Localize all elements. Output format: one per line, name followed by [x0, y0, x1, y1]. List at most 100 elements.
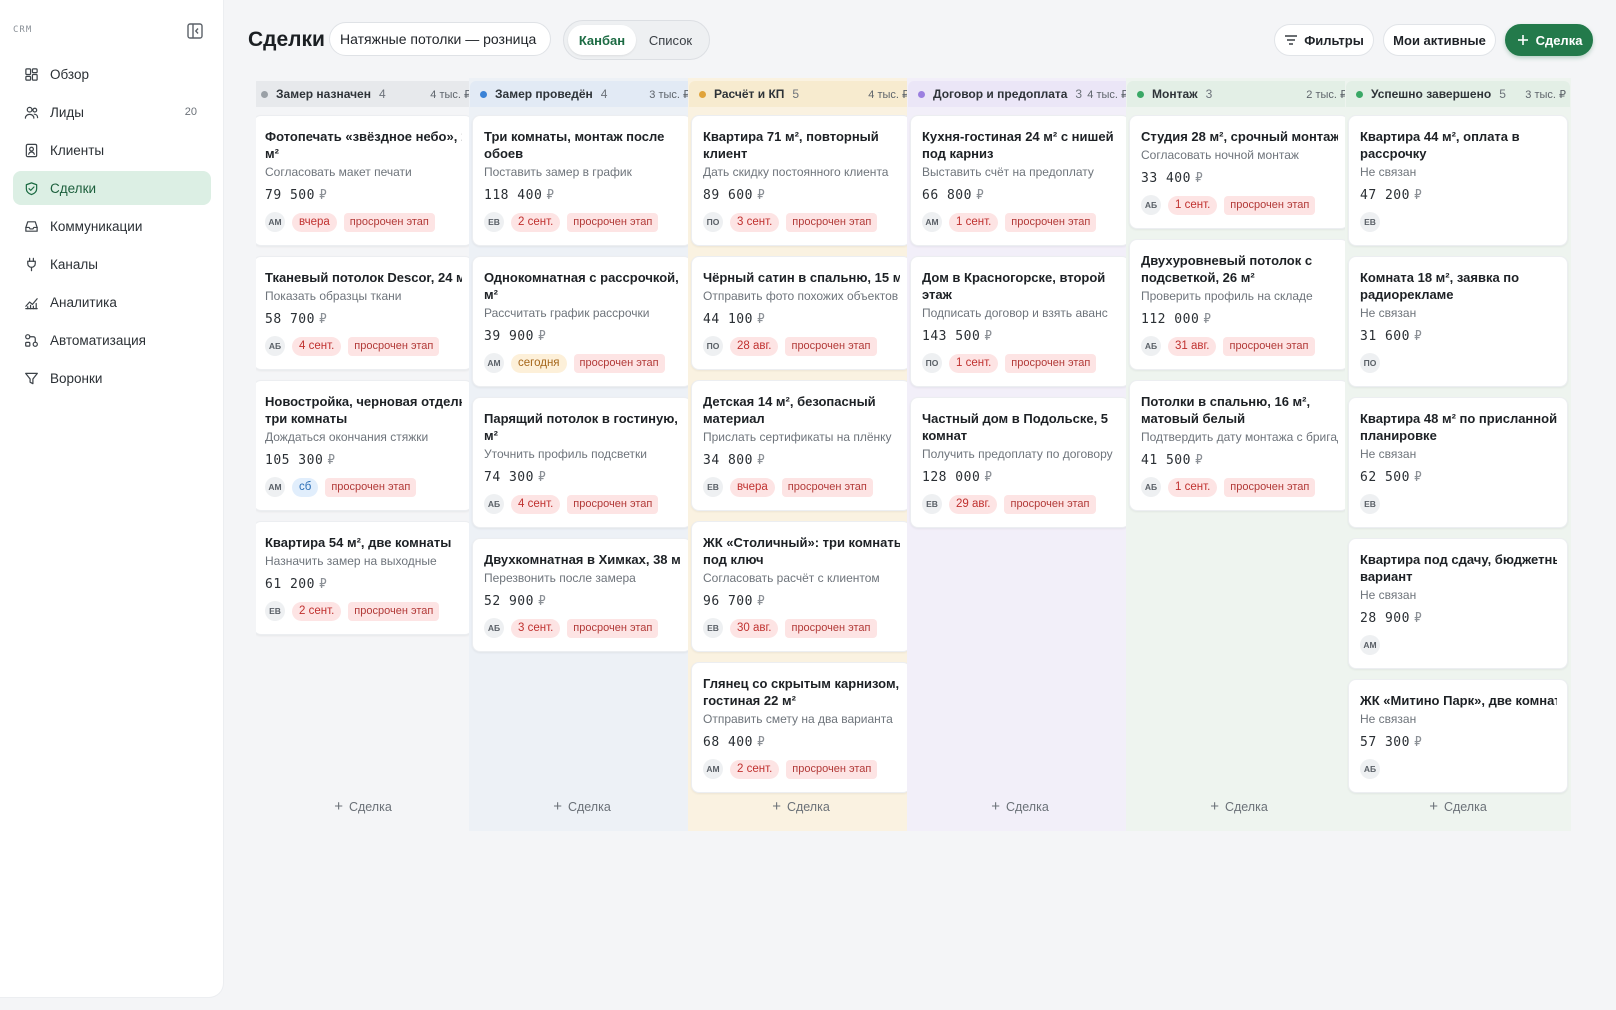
sidebar-item-8[interactable]: Воронки: [13, 361, 211, 395]
column-header[interactable]: Успешно завершено 5 3 тыс. ₽: [1346, 81, 1570, 107]
deal-meta: ПО 28 авг. просрочен этап: [703, 336, 900, 356]
add-deal-button[interactable]: + Сделка: [907, 782, 1133, 831]
currency-sign: ₽: [318, 312, 328, 327]
amount-value: 79 500: [265, 188, 315, 203]
deal-amount: 105 300 ₽: [265, 453, 462, 468]
pipeline-select[interactable]: Натяжные потолки — розница: [329, 22, 551, 56]
deal-next-task: Дождаться окончания стяжки: [265, 430, 429, 444]
column-header[interactable]: Замер проведён 4 3 тыс. ₽: [470, 81, 694, 107]
overdue-badge: просрочен этап: [786, 212, 878, 232]
deal-meta: АБ 3 сент. просрочен этап: [484, 618, 681, 638]
due-date-badge: 3 сент.: [511, 618, 561, 638]
deal-card[interactable]: Парящий потолок в гостиную, 19 м² Уточнить…: [472, 397, 692, 528]
column-cards: Фотопечать «звёздное небо», 18 м² Согласов…: [256, 107, 476, 813]
deal-card[interactable]: Двухуровневый потолок с подсветкой, 26 м²…: [1129, 239, 1349, 370]
deal-title: Частный дом в Подольске, 5: [922, 411, 1109, 426]
sidebar-item-7[interactable]: Автоматизация: [13, 323, 211, 357]
column-header[interactable]: Замер назначен 4 4 тыс. ₽: [256, 81, 475, 107]
currency-sign: ₽: [1194, 453, 1204, 468]
column-header[interactable]: Монтаж 3 2 тыс. ₽: [1127, 81, 1351, 107]
deal-next-task: Не связан: [1360, 712, 1417, 726]
deal-card[interactable]: Три комнаты, монтаж после обоев Поставить …: [472, 115, 692, 246]
deal-card[interactable]: ЖК «Митино Парк», две комнаты Не связан 57…: [1348, 679, 1568, 793]
deal-card[interactable]: Двухкомнатная в Химках, 38 м² Перезвонить…: [472, 538, 692, 652]
deal-title-line2: под ключ: [703, 552, 764, 567]
column-header[interactable]: Договор и предоплата 3 4 тыс. ₽: [908, 81, 1132, 107]
deal-card[interactable]: Кухня-гостиная 24 м² с нишей под карниз Вы…: [910, 115, 1130, 246]
deal-next-task: Проверить профиль на складе: [1141, 289, 1313, 303]
deal-card[interactable]: Квартира 71 м², повторный клиент Дать скид…: [691, 115, 911, 246]
deal-amount: 58 700 ₽: [265, 312, 462, 327]
stage-dot: [1356, 90, 1363, 98]
deal-amount: 57 300 ₽: [1360, 735, 1557, 750]
due-date-badge: 3 сент.: [730, 212, 780, 232]
deal-card[interactable]: Квартира под сдачу, бюджетный вариант Не с…: [1348, 538, 1568, 669]
amount-value: 143 500: [922, 329, 981, 344]
sidebar-item-3[interactable]: Сделки: [13, 171, 211, 205]
deal-card[interactable]: Комната 18 м², заявка по радиорекламе Не с…: [1348, 256, 1568, 387]
currency-sign: ₽: [984, 329, 993, 344]
add-deal-button[interactable]: + Сделка: [1345, 782, 1571, 831]
deal-card[interactable]: ЖК «Столичный»: три комнаты под ключ Согла…: [691, 521, 911, 652]
view-list-tab[interactable]: Список: [636, 25, 705, 55]
sidebar-item-4[interactable]: Коммуникации: [13, 209, 211, 243]
deal-card[interactable]: Новостройка, черновая отделка, три комнат…: [256, 380, 473, 511]
deal-card[interactable]: Квартира 54 м², две комнаты Назначить зам…: [256, 521, 473, 635]
amount-value: 62 500: [1360, 470, 1410, 485]
deal-card[interactable]: Фотопечать «звёздное небо», 18 м² Согласов…: [256, 115, 473, 246]
deal-card[interactable]: Глянец со скрытым карнизом, гостиная 22 м…: [691, 662, 911, 793]
sidebar-item-label: Коммуникации: [50, 218, 143, 234]
filters-button[interactable]: Фильтры: [1274, 24, 1374, 56]
sidebar-item-label: Аналитика: [50, 294, 117, 310]
column-header[interactable]: Расчёт и КП 5 4 тыс. ₽: [689, 81, 913, 107]
deal-card[interactable]: Дом в Красногорске, второй этаж Подписать …: [910, 256, 1130, 387]
overdue-badge: просрочен этап: [1005, 212, 1097, 232]
workflow-icon: [25, 333, 38, 347]
sidebar-item-1[interactable]: Лиды 20: [13, 95, 211, 129]
avatar: ЕВ: [484, 212, 504, 232]
collapse-sidebar-icon[interactable]: [186, 22, 204, 40]
deal-card[interactable]: Студия 28 м², срочный монтаж Согласовать …: [1129, 115, 1349, 229]
deal-card[interactable]: Чёрный сатин в спальню, 15 м² Отправить ф…: [691, 256, 911, 370]
deal-card[interactable]: Тканевый потолок Descor, 24 м² Показать о…: [256, 256, 473, 370]
sidebar-item-0[interactable]: Обзор: [13, 57, 211, 91]
currency-sign: ₽: [537, 329, 547, 344]
avatar: ЕВ: [1360, 212, 1380, 232]
currency-sign: ₽: [1413, 611, 1423, 626]
new-deal-button[interactable]: Сделка: [1505, 24, 1593, 56]
add-deal-button[interactable]: + Сделка: [469, 782, 695, 831]
view-kanban-tab[interactable]: Канбан: [568, 25, 636, 55]
deal-next-task: Показать образцы ткани: [265, 289, 402, 303]
sidebar-item-5[interactable]: Каналы: [13, 247, 211, 281]
page-header: Сделки Натяжные потолки — розница Канбан…: [248, 20, 1593, 60]
avatar: ЕВ: [265, 601, 285, 621]
deal-title: Квартира 54 м², две комнаты: [265, 535, 452, 550]
view-switch: Канбан Список: [563, 20, 710, 60]
deal-card[interactable]: Однокомнатная с рассрочкой, 3 м² Рассчитат…: [472, 256, 692, 387]
deal-amount: 33 400 ₽: [1141, 171, 1338, 186]
deal-card[interactable]: Квартира 44 м², оплата в рассрочку Не связ…: [1348, 115, 1568, 246]
overdue-badge: просрочен этап: [1223, 336, 1315, 356]
avatar: ЕВ: [703, 477, 723, 497]
overdue-badge: просрочен этап: [1224, 477, 1316, 497]
deal-title-line2: комнат: [922, 428, 968, 443]
deal-card[interactable]: Детская 14 м², безопасный материал Прислат…: [691, 380, 911, 511]
sidebar-item-label: Сделки: [50, 180, 97, 196]
deal-card[interactable]: Частный дом в Подольске, 5 комнат Получить…: [910, 397, 1130, 528]
deal-title: Кухня-гостиная 24 м² с нишей: [922, 129, 1114, 144]
deal-card[interactable]: Потолки в спальню, 16 м², матовый белый По…: [1129, 380, 1349, 511]
deal-title: Студия 28 м², срочный монтаж: [1141, 129, 1338, 144]
deal-card[interactable]: Квартира 48 м² по присланной планировке Не…: [1348, 397, 1568, 528]
my-active-button[interactable]: Мои активные: [1383, 24, 1496, 56]
deal-next-task: Поставить замер в график: [484, 165, 632, 179]
add-deal-button[interactable]: + Сделка: [1126, 782, 1352, 831]
deal-next-task: Согласовать макет печати: [265, 165, 412, 179]
deal-amount: 41 500 ₽: [1141, 453, 1338, 468]
add-deal-button[interactable]: + Сделка: [688, 782, 914, 831]
deal-next-task: Не связан: [1360, 306, 1417, 320]
sidebar-item-6[interactable]: Аналитика: [13, 285, 211, 319]
sidebar-item-2[interactable]: Клиенты: [13, 133, 211, 167]
deal-amount: 74 300 ₽: [484, 470, 681, 485]
deal-meta: ЕВ 29 авг. просрочен этап: [922, 494, 1119, 514]
add-deal-button[interactable]: + Сделка: [256, 782, 476, 831]
